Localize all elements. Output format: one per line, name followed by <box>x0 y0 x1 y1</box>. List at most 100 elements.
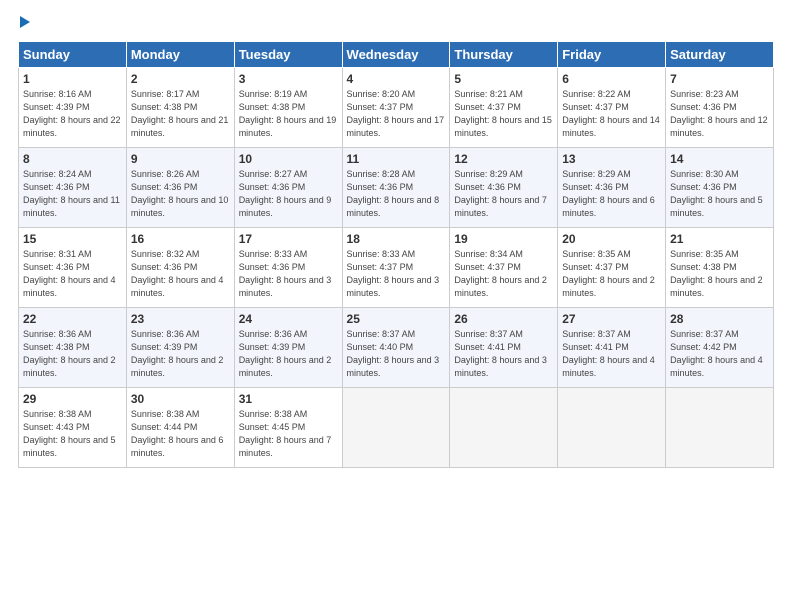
day-info: Sunrise: 8:17 AMSunset: 4:38 PMDaylight:… <box>131 89 229 138</box>
calendar-week-4: 22 Sunrise: 8:36 AMSunset: 4:38 PMDaylig… <box>19 308 774 388</box>
calendar-cell-26: 26 Sunrise: 8:37 AMSunset: 4:41 PMDaylig… <box>450 308 558 388</box>
calendar-cell-5: 5 Sunrise: 8:21 AMSunset: 4:37 PMDayligh… <box>450 68 558 148</box>
day-info: Sunrise: 8:19 AMSunset: 4:38 PMDaylight:… <box>239 89 337 138</box>
day-info: Sunrise: 8:38 AMSunset: 4:45 PMDaylight:… <box>239 409 332 458</box>
day-number: 28 <box>670 312 769 326</box>
day-info: Sunrise: 8:37 AMSunset: 4:42 PMDaylight:… <box>670 329 763 378</box>
day-number: 22 <box>23 312 122 326</box>
day-number: 5 <box>454 72 553 86</box>
calendar-cell-29: 29 Sunrise: 8:38 AMSunset: 4:43 PMDaylig… <box>19 388 127 468</box>
day-number: 8 <box>23 152 122 166</box>
day-number: 3 <box>239 72 338 86</box>
calendar-week-3: 15 Sunrise: 8:31 AMSunset: 4:36 PMDaylig… <box>19 228 774 308</box>
calendar-cell-empty <box>666 388 774 468</box>
day-header-saturday: Saturday <box>666 42 774 68</box>
day-number: 31 <box>239 392 338 406</box>
day-number: 12 <box>454 152 553 166</box>
day-info: Sunrise: 8:16 AMSunset: 4:39 PMDaylight:… <box>23 89 121 138</box>
day-info: Sunrise: 8:31 AMSunset: 4:36 PMDaylight:… <box>23 249 116 298</box>
day-number: 13 <box>562 152 661 166</box>
calendar-cell-14: 14 Sunrise: 8:30 AMSunset: 4:36 PMDaylig… <box>666 148 774 228</box>
day-header-thursday: Thursday <box>450 42 558 68</box>
day-info: Sunrise: 8:33 AMSunset: 4:36 PMDaylight:… <box>239 249 332 298</box>
calendar-cell-2: 2 Sunrise: 8:17 AMSunset: 4:38 PMDayligh… <box>126 68 234 148</box>
day-number: 9 <box>131 152 230 166</box>
day-info: Sunrise: 8:38 AMSunset: 4:43 PMDaylight:… <box>23 409 116 458</box>
day-info: Sunrise: 8:28 AMSunset: 4:36 PMDaylight:… <box>347 169 440 218</box>
calendar-cell-13: 13 Sunrise: 8:29 AMSunset: 4:36 PMDaylig… <box>558 148 666 228</box>
day-info: Sunrise: 8:35 AMSunset: 4:38 PMDaylight:… <box>670 249 763 298</box>
day-info: Sunrise: 8:37 AMSunset: 4:40 PMDaylight:… <box>347 329 440 378</box>
calendar-cell-12: 12 Sunrise: 8:29 AMSunset: 4:36 PMDaylig… <box>450 148 558 228</box>
calendar-week-1: 1 Sunrise: 8:16 AMSunset: 4:39 PMDayligh… <box>19 68 774 148</box>
logo <box>18 16 30 31</box>
calendar-cell-28: 28 Sunrise: 8:37 AMSunset: 4:42 PMDaylig… <box>666 308 774 388</box>
day-header-sunday: Sunday <box>19 42 127 68</box>
day-number: 26 <box>454 312 553 326</box>
day-number: 11 <box>347 152 446 166</box>
day-number: 10 <box>239 152 338 166</box>
calendar-cell-16: 16 Sunrise: 8:32 AMSunset: 4:36 PMDaylig… <box>126 228 234 308</box>
day-info: Sunrise: 8:21 AMSunset: 4:37 PMDaylight:… <box>454 89 552 138</box>
logo-arrow-icon <box>20 16 30 28</box>
day-number: 29 <box>23 392 122 406</box>
day-number: 19 <box>454 232 553 246</box>
calendar-cell-9: 9 Sunrise: 8:26 AMSunset: 4:36 PMDayligh… <box>126 148 234 228</box>
day-header-monday: Monday <box>126 42 234 68</box>
day-number: 14 <box>670 152 769 166</box>
day-number: 27 <box>562 312 661 326</box>
day-info: Sunrise: 8:36 AMSunset: 4:39 PMDaylight:… <box>131 329 224 378</box>
calendar-cell-4: 4 Sunrise: 8:20 AMSunset: 4:37 PMDayligh… <box>342 68 450 148</box>
day-info: Sunrise: 8:36 AMSunset: 4:38 PMDaylight:… <box>23 329 116 378</box>
calendar-cell-7: 7 Sunrise: 8:23 AMSunset: 4:36 PMDayligh… <box>666 68 774 148</box>
calendar-cell-empty <box>342 388 450 468</box>
calendar-week-5: 29 Sunrise: 8:38 AMSunset: 4:43 PMDaylig… <box>19 388 774 468</box>
day-number: 20 <box>562 232 661 246</box>
calendar-header-row: SundayMondayTuesdayWednesdayThursdayFrid… <box>19 42 774 68</box>
day-info: Sunrise: 8:29 AMSunset: 4:36 PMDaylight:… <box>454 169 547 218</box>
day-header-wednesday: Wednesday <box>342 42 450 68</box>
day-number: 16 <box>131 232 230 246</box>
day-header-tuesday: Tuesday <box>234 42 342 68</box>
day-info: Sunrise: 8:32 AMSunset: 4:36 PMDaylight:… <box>131 249 224 298</box>
calendar-cell-23: 23 Sunrise: 8:36 AMSunset: 4:39 PMDaylig… <box>126 308 234 388</box>
calendar-cell-31: 31 Sunrise: 8:38 AMSunset: 4:45 PMDaylig… <box>234 388 342 468</box>
day-info: Sunrise: 8:30 AMSunset: 4:36 PMDaylight:… <box>670 169 763 218</box>
day-number: 1 <box>23 72 122 86</box>
calendar-cell-1: 1 Sunrise: 8:16 AMSunset: 4:39 PMDayligh… <box>19 68 127 148</box>
day-info: Sunrise: 8:37 AMSunset: 4:41 PMDaylight:… <box>454 329 547 378</box>
calendar-cell-30: 30 Sunrise: 8:38 AMSunset: 4:44 PMDaylig… <box>126 388 234 468</box>
day-number: 23 <box>131 312 230 326</box>
day-info: Sunrise: 8:37 AMSunset: 4:41 PMDaylight:… <box>562 329 655 378</box>
day-number: 25 <box>347 312 446 326</box>
day-header-friday: Friday <box>558 42 666 68</box>
day-number: 7 <box>670 72 769 86</box>
day-number: 18 <box>347 232 446 246</box>
calendar-cell-11: 11 Sunrise: 8:28 AMSunset: 4:36 PMDaylig… <box>342 148 450 228</box>
calendar-cell-20: 20 Sunrise: 8:35 AMSunset: 4:37 PMDaylig… <box>558 228 666 308</box>
day-info: Sunrise: 8:22 AMSunset: 4:37 PMDaylight:… <box>562 89 660 138</box>
calendar-cell-21: 21 Sunrise: 8:35 AMSunset: 4:38 PMDaylig… <box>666 228 774 308</box>
day-number: 15 <box>23 232 122 246</box>
day-info: Sunrise: 8:36 AMSunset: 4:39 PMDaylight:… <box>239 329 332 378</box>
calendar-cell-8: 8 Sunrise: 8:24 AMSunset: 4:36 PMDayligh… <box>19 148 127 228</box>
calendar-cell-6: 6 Sunrise: 8:22 AMSunset: 4:37 PMDayligh… <box>558 68 666 148</box>
calendar-cell-19: 19 Sunrise: 8:34 AMSunset: 4:37 PMDaylig… <box>450 228 558 308</box>
calendar-cell-27: 27 Sunrise: 8:37 AMSunset: 4:41 PMDaylig… <box>558 308 666 388</box>
calendar-cell-17: 17 Sunrise: 8:33 AMSunset: 4:36 PMDaylig… <box>234 228 342 308</box>
day-number: 17 <box>239 232 338 246</box>
calendar-cell-3: 3 Sunrise: 8:19 AMSunset: 4:38 PMDayligh… <box>234 68 342 148</box>
header <box>18 16 774 31</box>
day-info: Sunrise: 8:34 AMSunset: 4:37 PMDaylight:… <box>454 249 547 298</box>
calendar-cell-10: 10 Sunrise: 8:27 AMSunset: 4:36 PMDaylig… <box>234 148 342 228</box>
calendar-week-2: 8 Sunrise: 8:24 AMSunset: 4:36 PMDayligh… <box>19 148 774 228</box>
calendar-cell-24: 24 Sunrise: 8:36 AMSunset: 4:39 PMDaylig… <box>234 308 342 388</box>
day-info: Sunrise: 8:26 AMSunset: 4:36 PMDaylight:… <box>131 169 229 218</box>
calendar-cell-25: 25 Sunrise: 8:37 AMSunset: 4:40 PMDaylig… <box>342 308 450 388</box>
calendar-cell-18: 18 Sunrise: 8:33 AMSunset: 4:37 PMDaylig… <box>342 228 450 308</box>
day-number: 6 <box>562 72 661 86</box>
day-info: Sunrise: 8:33 AMSunset: 4:37 PMDaylight:… <box>347 249 440 298</box>
day-info: Sunrise: 8:24 AMSunset: 4:36 PMDaylight:… <box>23 169 120 218</box>
day-info: Sunrise: 8:35 AMSunset: 4:37 PMDaylight:… <box>562 249 655 298</box>
day-number: 2 <box>131 72 230 86</box>
